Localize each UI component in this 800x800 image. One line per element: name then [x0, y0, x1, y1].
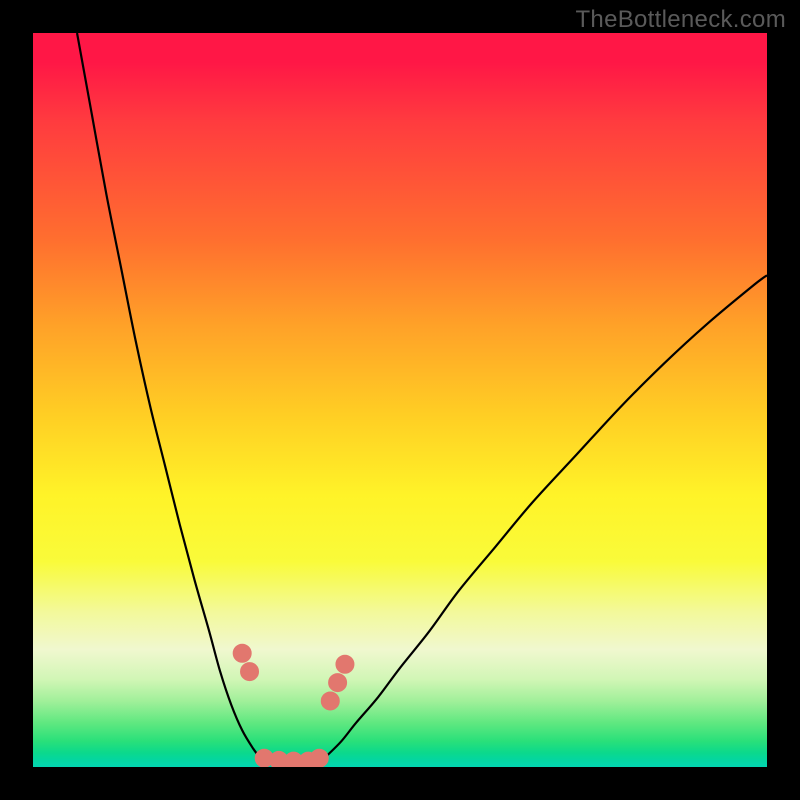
- marker-point: [241, 663, 259, 681]
- marker-point: [329, 674, 347, 692]
- marker-group: [233, 644, 354, 767]
- plot-area: [33, 33, 767, 767]
- marker-point: [321, 692, 339, 710]
- curve-layer: [33, 33, 767, 767]
- marker-point: [233, 644, 251, 662]
- watermark-text: TheBottleneck.com: [575, 6, 786, 34]
- outer-frame: TheBottleneck.com: [0, 0, 800, 800]
- marker-point: [336, 655, 354, 673]
- curve-path: [77, 33, 767, 761]
- marker-point: [310, 749, 328, 767]
- curve-path-group: [77, 33, 767, 761]
